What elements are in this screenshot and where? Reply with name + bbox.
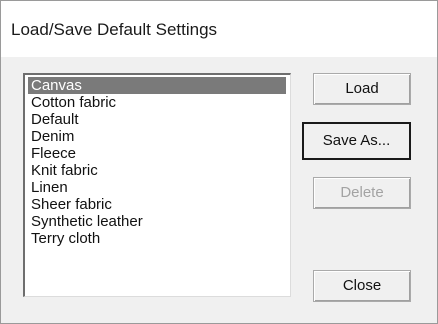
list-item-default[interactable]: Default [28, 111, 286, 128]
dialog-titlebar: Load/Save Default Settings [1, 1, 437, 57]
list-item-synthetic-leather[interactable]: Synthetic leather [28, 213, 286, 230]
save-as-button[interactable]: Save As... [302, 122, 411, 160]
close-button[interactable]: Close [313, 270, 411, 302]
dialog-title: Load/Save Default Settings [11, 20, 218, 39]
load-save-dialog: Load/Save Default Settings Canvas Cotton… [0, 0, 438, 324]
list-item-sheer-fabric[interactable]: Sheer fabric [28, 196, 286, 213]
list-item-canvas[interactable]: Canvas [28, 77, 286, 94]
delete-button[interactable]: Delete [313, 177, 411, 209]
settings-listbox[interactable]: Canvas Cotton fabric Default Denim Fleec… [23, 73, 291, 297]
list-item-knit-fabric[interactable]: Knit fabric [28, 162, 286, 179]
list-item-linen[interactable]: Linen [28, 179, 286, 196]
list-item-cotton-fabric[interactable]: Cotton fabric [28, 94, 286, 111]
list-item-denim[interactable]: Denim [28, 128, 286, 145]
load-button[interactable]: Load [313, 73, 411, 105]
list-item-fleece[interactable]: Fleece [28, 145, 286, 162]
list-item-terry-cloth[interactable]: Terry cloth [28, 230, 286, 247]
